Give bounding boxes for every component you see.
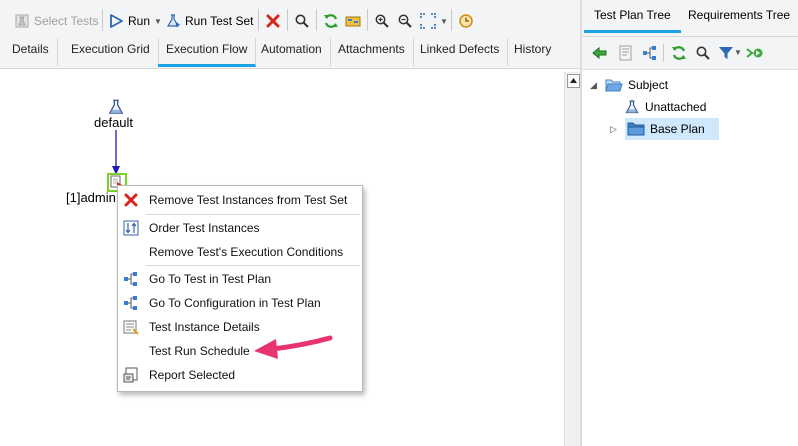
schedule-button[interactable] (345, 10, 361, 32)
report-icon (123, 367, 138, 383)
canvas-scrollbar[interactable] (564, 72, 581, 446)
red-x-icon (266, 14, 280, 28)
tab-details[interactable]: Details (4, 38, 58, 66)
tree-node-subject[interactable]: ◢ Subject (590, 75, 668, 95)
menu-item-remove-execution-conditions[interactable]: Remove Test's Execution Conditions (118, 240, 362, 264)
menu-item-label: Remove Test's Execution Conditions (149, 245, 344, 259)
flow-arrow (112, 130, 120, 175)
toolbar-divider (367, 9, 368, 31)
run-test-set-label: Run Test Set (185, 14, 254, 28)
details-icon[interactable] (618, 45, 634, 61)
find-button[interactable] (294, 10, 310, 32)
go-forward-icon[interactable] (746, 45, 764, 61)
start-node-label: default (94, 115, 134, 130)
details-icon (123, 320, 139, 335)
filter-icon[interactable] (718, 45, 734, 61)
tree-toolbar: ▼ (582, 37, 798, 70)
tab-execution-flow[interactable]: Execution Flow (158, 38, 257, 67)
refresh-icon[interactable] (671, 45, 687, 61)
timer-button[interactable] (458, 10, 474, 32)
tab-requirements-tree[interactable]: Requirements Tree (678, 0, 798, 30)
red-x-icon (124, 193, 138, 207)
menu-item-label: Test Instance Details (149, 320, 260, 334)
clock-icon (459, 14, 473, 28)
zoom-in-icon (375, 14, 389, 28)
test-plan-tree: ◢ Subject Unattached ▷ Base Plan (582, 70, 798, 446)
toolbar-divider (287, 9, 288, 31)
play-icon (110, 14, 123, 28)
run-button[interactable]: Run ▼ (108, 10, 162, 32)
tree-node-base-plan[interactable]: ▷ Base Plan (610, 118, 719, 140)
select-tests-icon (15, 14, 29, 28)
menu-item-label: Order Test Instances (149, 221, 260, 235)
tab-bar: Details Execution Grid Execution Flow Au… (0, 38, 580, 69)
right-tab-bar: Test Plan Tree Requirements Tree (582, 0, 798, 37)
tree-node-unattached[interactable]: Unattached (624, 97, 706, 117)
flask-icon (166, 14, 180, 27)
tree-node-label: Subject (628, 78, 669, 92)
menu-item-label: Report Selected (149, 368, 236, 382)
toolbar-divider (102, 9, 103, 31)
zoom-out-icon (398, 14, 412, 28)
main-toolbar: Select Tests Run ▼ Run Test Set ▼ (0, 0, 580, 38)
order-icon (123, 220, 139, 236)
chevron-down-icon[interactable]: ▼ (154, 17, 162, 26)
expand-arrow-icon[interactable]: ▷ (610, 124, 620, 135)
annotation-arrow (254, 335, 333, 359)
select-tests-label: Select Tests (34, 14, 99, 28)
instance-label: [1]admin (66, 190, 116, 205)
toolbar-divider (663, 44, 664, 62)
tab-linked-defects[interactable]: Linked Defects (412, 38, 509, 66)
collapse-arrow-icon[interactable]: ◢ (590, 80, 600, 91)
tree-node-label: Base Plan (650, 122, 705, 136)
menu-item-go-to-configuration[interactable]: Go To Configuration in Test Plan (118, 291, 362, 315)
search-icon (295, 14, 309, 28)
fit-window-button[interactable]: ▼ (420, 10, 448, 32)
tree-node-label: Unattached (645, 100, 707, 114)
tab-execution-grid[interactable]: Execution Grid (63, 38, 159, 66)
menu-item-go-to-test[interactable]: Go To Test in Test Plan (118, 267, 362, 291)
schedule-icon (345, 16, 361, 27)
menu-separator (146, 265, 360, 266)
toolbar-divider (258, 9, 259, 31)
chevron-up-icon (570, 78, 577, 83)
chevron-down-icon[interactable]: ▼ (734, 48, 742, 57)
goto-tree-icon (124, 296, 137, 310)
delete-button[interactable] (265, 10, 281, 32)
toolbar-divider (316, 9, 317, 31)
flask-icon (625, 100, 639, 114)
goto-tree-icon[interactable] (642, 45, 658, 61)
fit-window-icon (420, 13, 436, 29)
select-tests-button[interactable]: Select Tests (14, 10, 98, 32)
tab-history[interactable]: History (506, 38, 559, 66)
tab-test-plan-tree[interactable]: Test Plan Tree (584, 0, 681, 33)
refresh-icon (324, 14, 338, 28)
menu-item-label: Go To Configuration in Test Plan (149, 296, 321, 310)
menu-item-label: Go To Test in Test Plan (149, 272, 272, 286)
flask-icon[interactable] (107, 98, 125, 116)
tab-attachments[interactable]: Attachments (330, 38, 414, 66)
selected-row-highlight: Base Plan (625, 118, 719, 140)
menu-item-remove-test-instances[interactable]: Remove Test Instances from Test Set (118, 188, 362, 212)
menu-separator (146, 214, 360, 215)
run-test-set-button[interactable]: Run Test Set (165, 10, 253, 32)
goto-tree-icon (124, 272, 137, 286)
chevron-down-icon[interactable]: ▼ (440, 17, 448, 26)
menu-item-label: Test Run Schedule (149, 344, 250, 358)
folder-icon (627, 122, 645, 136)
run-label: Run (128, 14, 151, 28)
zoom-out-button[interactable] (397, 10, 413, 32)
menu-item-label: Remove Test Instances from Test Set (149, 193, 348, 207)
menu-item-order-test-instances[interactable]: Order Test Instances (118, 216, 362, 240)
search-icon[interactable] (695, 45, 711, 61)
zoom-in-button[interactable] (374, 10, 390, 32)
back-arrow-icon[interactable] (592, 45, 608, 61)
folder-open-icon (605, 79, 623, 92)
scroll-up-button[interactable] (567, 74, 580, 88)
tab-automation[interactable]: Automation (253, 38, 331, 66)
menu-item-report-selected[interactable]: Report Selected (118, 363, 362, 387)
toolbar-divider (451, 9, 452, 31)
refresh-button[interactable] (323, 10, 339, 32)
